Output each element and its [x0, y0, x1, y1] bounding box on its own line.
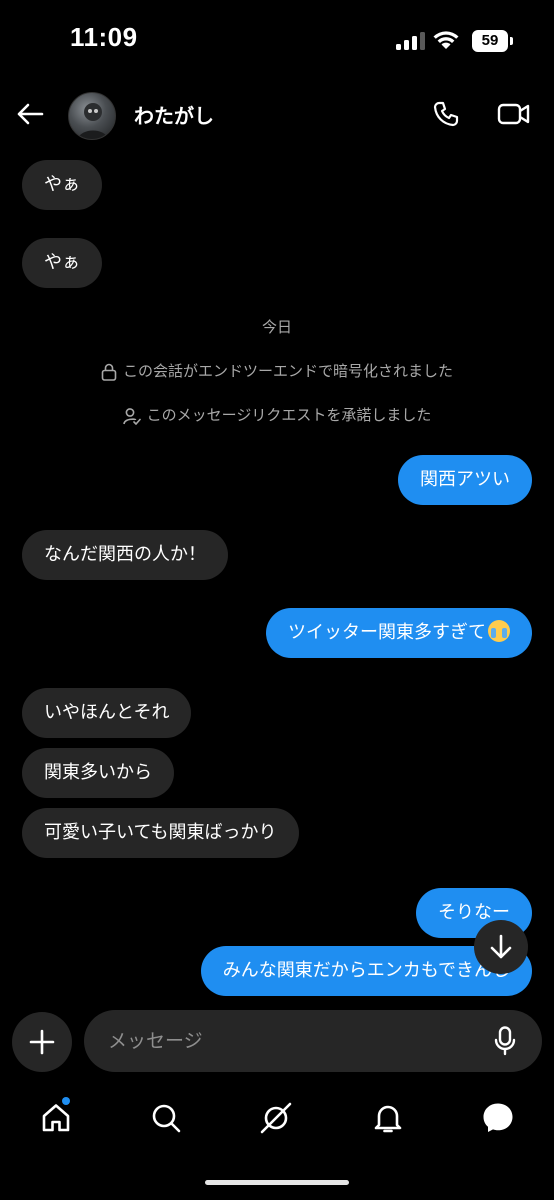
- cellular-signal-icon: [396, 32, 426, 50]
- message-bubble-incoming[interactable]: いやほんとそれ: [22, 688, 192, 738]
- bottom-nav: [0, 1088, 554, 1148]
- arrow-down-icon: [490, 934, 512, 959]
- contact-name[interactable]: わたがし: [134, 100, 214, 129]
- status-bar: 11:09 59: [0, 0, 554, 84]
- home-indicator: [205, 1180, 349, 1185]
- nav-home[interactable]: [36, 1098, 76, 1138]
- battery-indicator: 59: [472, 30, 508, 52]
- chat-icon: [483, 1103, 513, 1132]
- request-accepted-notice: このメッセージリクエストを承諾しました: [0, 404, 554, 425]
- voice-call-button[interactable]: [428, 96, 464, 132]
- home-icon: [42, 1104, 70, 1132]
- contact-avatar[interactable]: [68, 92, 116, 140]
- notification-dot: [62, 1097, 70, 1105]
- phone-icon: [433, 101, 459, 127]
- nav-messages[interactable]: [478, 1098, 518, 1138]
- message-bubble-incoming[interactable]: やぁ: [22, 160, 102, 210]
- status-time: 11:09: [70, 22, 138, 52]
- message-bubble-outgoing[interactable]: 関西アツい: [398, 455, 532, 505]
- person-check-icon: [122, 407, 141, 425]
- explore-icon: [260, 1102, 292, 1134]
- lock-icon: [101, 363, 117, 381]
- arrow-left-icon: [17, 103, 44, 125]
- voice-message-button[interactable]: [490, 1025, 520, 1057]
- nav-notifications[interactable]: [368, 1098, 408, 1138]
- nav-explore[interactable]: [256, 1098, 296, 1138]
- message-bubble-outgoing[interactable]: ツイッター関東多すぎて: [266, 608, 532, 658]
- chat-header: わたがし: [0, 84, 554, 146]
- back-button[interactable]: [12, 96, 48, 132]
- message-text: ツイッター関東多すぎて: [288, 622, 486, 643]
- message-bubble-incoming[interactable]: やぁ: [22, 238, 102, 288]
- nav-search[interactable]: [146, 1098, 186, 1138]
- encryption-notice-text: この会話がエンドツーエンドで暗号化されました: [122, 362, 453, 380]
- wifi-icon: [433, 31, 459, 49]
- message-composer: [84, 1010, 542, 1072]
- add-attachment-button[interactable]: [12, 1012, 72, 1072]
- scroll-to-bottom-button[interactable]: [474, 920, 528, 974]
- video-call-button[interactable]: [494, 96, 534, 132]
- message-bubble-incoming[interactable]: なんだ関西の人か！: [22, 530, 228, 580]
- video-camera-icon: [497, 103, 530, 125]
- request-accepted-text: このメッセージリクエストを承諾しました: [146, 406, 432, 424]
- message-input[interactable]: [108, 1010, 468, 1072]
- message-bubble-incoming[interactable]: 関東多いから: [22, 748, 174, 798]
- plus-icon: [29, 1029, 55, 1055]
- message-bubble-incoming[interactable]: 可愛い子いても関東ばっかり: [22, 808, 299, 858]
- search-icon: [152, 1104, 181, 1133]
- encryption-notice: この会話がエンドツーエンドで暗号化されました: [0, 360, 554, 381]
- bell-icon: [374, 1105, 402, 1133]
- battery-tip: [510, 37, 513, 45]
- loudly-crying-face-icon: [488, 620, 510, 642]
- date-separator: 今日: [261, 318, 292, 336]
- microphone-icon: [494, 1026, 516, 1056]
